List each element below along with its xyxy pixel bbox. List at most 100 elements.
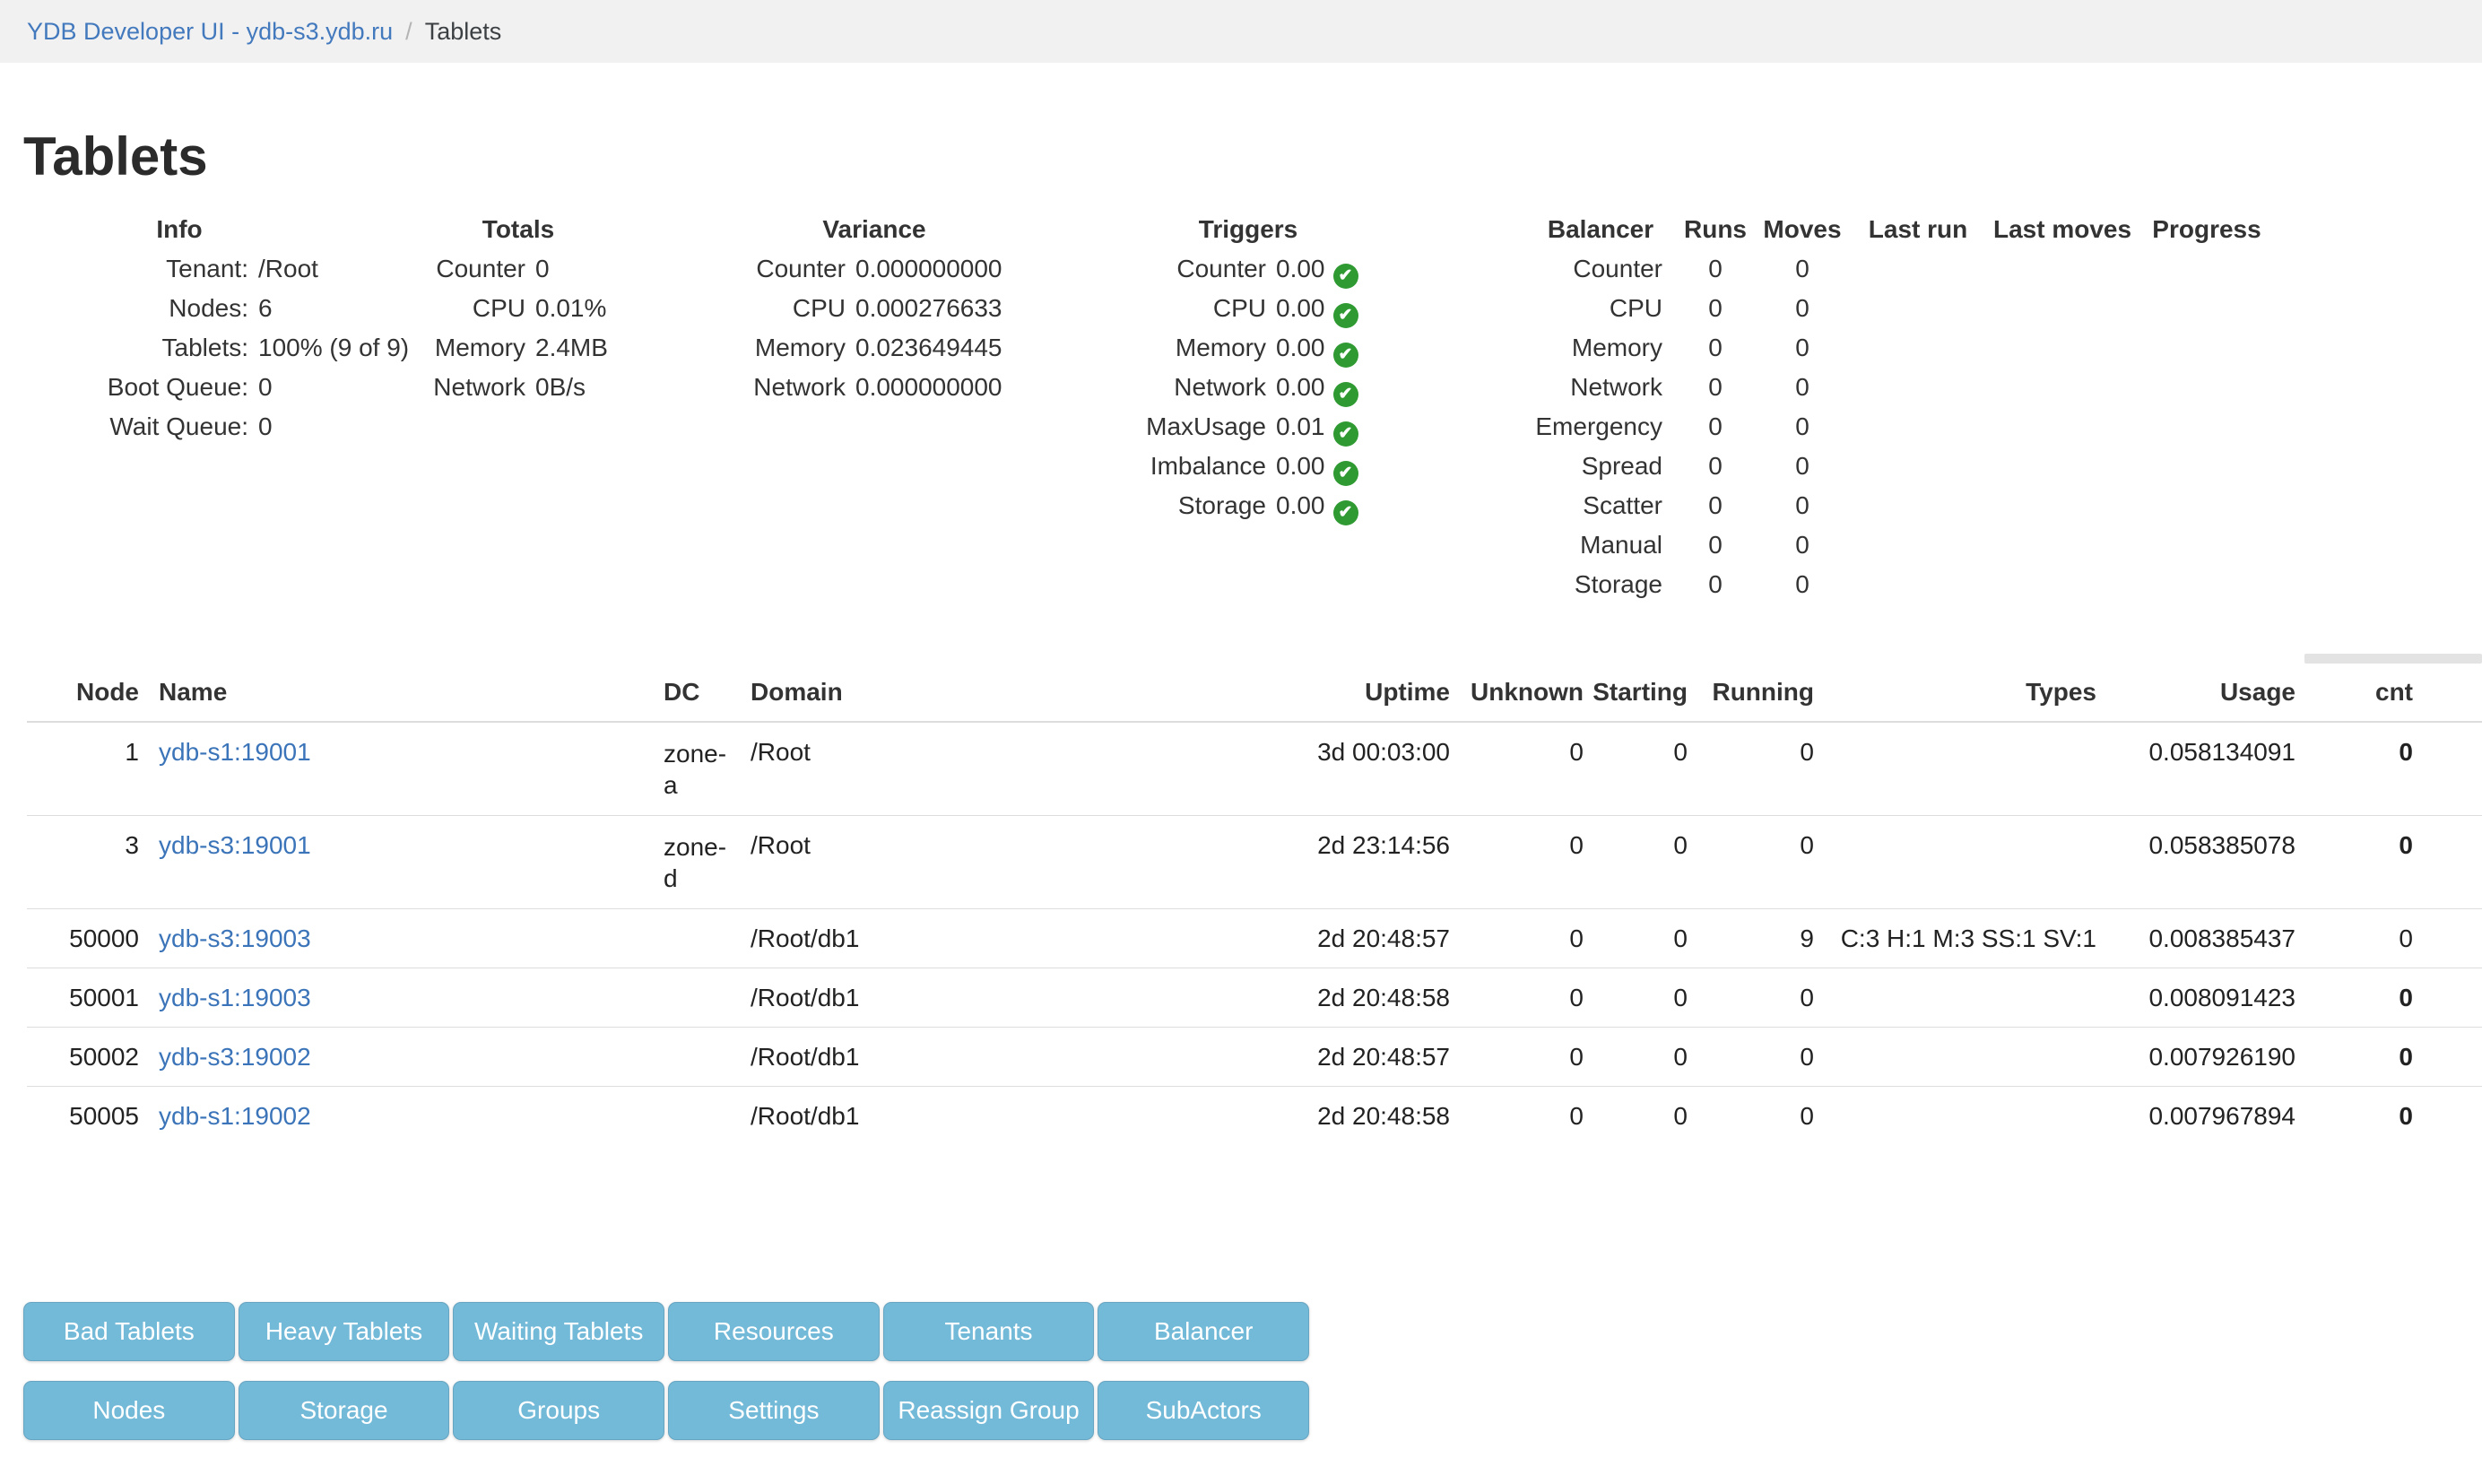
balancer-label: Emergency (1381, 407, 1662, 447)
info-value: 0 (258, 407, 273, 447)
cell-running: 9 (1688, 909, 1814, 968)
totals-row: Network0B/s (386, 368, 608, 407)
node-link[interactable]: ydb-s1:19002 (159, 1102, 311, 1130)
node-link[interactable]: ydb-s3:19001 (159, 831, 311, 859)
variance-value: 0.000276633 (855, 289, 1002, 328)
ok-check-icon: ✔ (1333, 303, 1358, 328)
cell-unknown: 0 (1450, 1028, 1584, 1087)
balancer-button[interactable]: Balancer (1098, 1302, 1309, 1361)
groups-button[interactable]: Groups (453, 1381, 664, 1440)
ok-check-icon: ✔ (1333, 264, 1358, 289)
tenants-button[interactable]: Tenants (883, 1302, 1095, 1361)
variance-group: Counter0.000000000 CPU0.000276633 Memory… (673, 249, 1002, 407)
table-row: 50002 ydb-s3:19002 /Root/db1 2d 20:48:57… (27, 1028, 2482, 1087)
summary-panel: Info Totals Variance Triggers Balancer R… (0, 210, 2482, 631)
cnt-column-scrollbar[interactable] (2304, 654, 2482, 664)
cell-usage: 0.058134091 (2096, 722, 2295, 816)
balancer-group: Counter00 CPU00 Memory00 Network00 Emerg… (1381, 249, 1836, 604)
totals-label: Counter (386, 249, 525, 289)
trigger-label: Storage (1013, 486, 1266, 525)
info-value: 6 (258, 289, 273, 328)
heavy-tablets-button[interactable]: Heavy Tablets (239, 1302, 450, 1361)
balancer-row: Spread00 (1381, 447, 1836, 486)
col-header-unknown: Unknown (1450, 664, 1584, 722)
node-link[interactable]: ydb-s3:19002 (159, 1043, 311, 1071)
balancer-label: Network (1381, 368, 1662, 407)
totals-row: CPU0.01% (386, 289, 608, 328)
cell-running: 0 (1688, 968, 1814, 1028)
col-header-domain: Domain (744, 664, 986, 722)
cell-cnt: 0 (2295, 909, 2413, 968)
cell-dc: zone-a (655, 722, 744, 816)
balancer-moves: 0 (1768, 368, 1836, 407)
cell-name: ydb-s1:19003 (139, 968, 655, 1028)
cell-domain: /Root (744, 816, 986, 909)
cell-running: 0 (1688, 816, 1814, 909)
subactors-button[interactable]: SubActors (1098, 1381, 1309, 1440)
cell-dc: zone-d (655, 816, 744, 909)
cell-unknown: 0 (1450, 816, 1584, 909)
balancer-runs: 0 (1662, 249, 1768, 289)
cell-uptime: 2d 23:14:56 (986, 816, 1450, 909)
breadcrumb-root-link[interactable]: YDB Developer UI - ydb-s3.ydb.ru (27, 18, 393, 45)
cell-cnt: 0 (2295, 722, 2413, 816)
node-link[interactable]: ydb-s3:19003 (159, 924, 311, 952)
balancer-moves: 0 (1768, 328, 1836, 368)
cell-types (1814, 722, 2096, 816)
bad-tablets-button[interactable]: Bad Tablets (23, 1302, 235, 1361)
col-header-types: Types (1814, 664, 2096, 722)
triggers-group: Counter0.00✔ CPU0.00✔ Memory0.00✔ Networ… (1013, 249, 1358, 525)
resources-button[interactable]: Resources (668, 1302, 880, 1361)
cell-starting: 0 (1584, 816, 1688, 909)
page-title: Tablets (23, 126, 208, 187)
trigger-label: Counter (1013, 249, 1266, 289)
info-header: Info (156, 210, 202, 249)
variance-label: Network (673, 368, 846, 407)
table-row: 50005 ydb-s1:19002 /Root/db1 2d 20:48:58… (27, 1087, 2482, 1146)
totals-label: CPU (386, 289, 525, 328)
info-row: Wait Queue:0 (54, 407, 409, 447)
cell-usage: 0.008385437 (2096, 909, 2295, 968)
cell-domain: /Root/db1 (744, 1028, 986, 1087)
cell-starting: 0 (1584, 722, 1688, 816)
balancer-row: Storage00 (1381, 565, 1836, 604)
node-link[interactable]: ydb-s1:19003 (159, 984, 311, 1011)
table-row: 3 ydb-s3:19001 zone-d /Root 2d 23:14:56 … (27, 816, 2482, 909)
totals-header: Totals (482, 210, 554, 249)
node-link[interactable]: ydb-s1:19001 (159, 738, 311, 766)
storage-button[interactable]: Storage (239, 1381, 450, 1440)
balancer-label: Scatter (1381, 486, 1662, 525)
trigger-row: MaxUsage0.01✔ (1013, 407, 1358, 447)
balancer-moves: 0 (1768, 486, 1836, 525)
balancer-moves: 0 (1768, 249, 1836, 289)
trigger-label: Imbalance (1013, 447, 1266, 486)
trigger-value: 0.00 (1276, 486, 1325, 525)
ok-check-icon: ✔ (1333, 343, 1358, 368)
settings-button[interactable]: Settings (668, 1381, 880, 1440)
breadcrumb-separator: / (393, 18, 425, 45)
balancer-col-runs: Runs (1684, 210, 1747, 249)
cell-starting: 0 (1584, 968, 1688, 1028)
cell-starting: 0 (1584, 1087, 1688, 1146)
col-header-starting: Starting (1584, 664, 1688, 722)
balancer-row: Counter00 (1381, 249, 1836, 289)
cell-running: 0 (1688, 1087, 1814, 1146)
cell-domain: /Root (744, 722, 986, 816)
balancer-header: Balancer (1548, 210, 1653, 249)
variance-label: CPU (673, 289, 846, 328)
variance-row: Memory0.023649445 (673, 328, 1002, 368)
balancer-row: Network00 (1381, 368, 1836, 407)
cell-cnt: 0 (2295, 816, 2413, 909)
trigger-value: 0.00 (1276, 368, 1325, 407)
cell-dc (655, 1087, 744, 1146)
cell-cnt: 0 (2295, 968, 2413, 1028)
cell-starting: 0 (1584, 909, 1688, 968)
reassign-group-button[interactable]: Reassign Group (883, 1381, 1095, 1440)
col-header-running: Running (1688, 664, 1814, 722)
variance-value: 0.000000000 (855, 249, 1002, 289)
balancer-runs: 0 (1662, 289, 1768, 328)
waiting-tablets-button[interactable]: Waiting Tablets (453, 1302, 664, 1361)
info-row: Nodes:6 (54, 289, 409, 328)
cell-types: C:3 H:1 M:3 SS:1 SV:1 (1814, 909, 2096, 968)
nodes-button[interactable]: Nodes (23, 1381, 235, 1440)
